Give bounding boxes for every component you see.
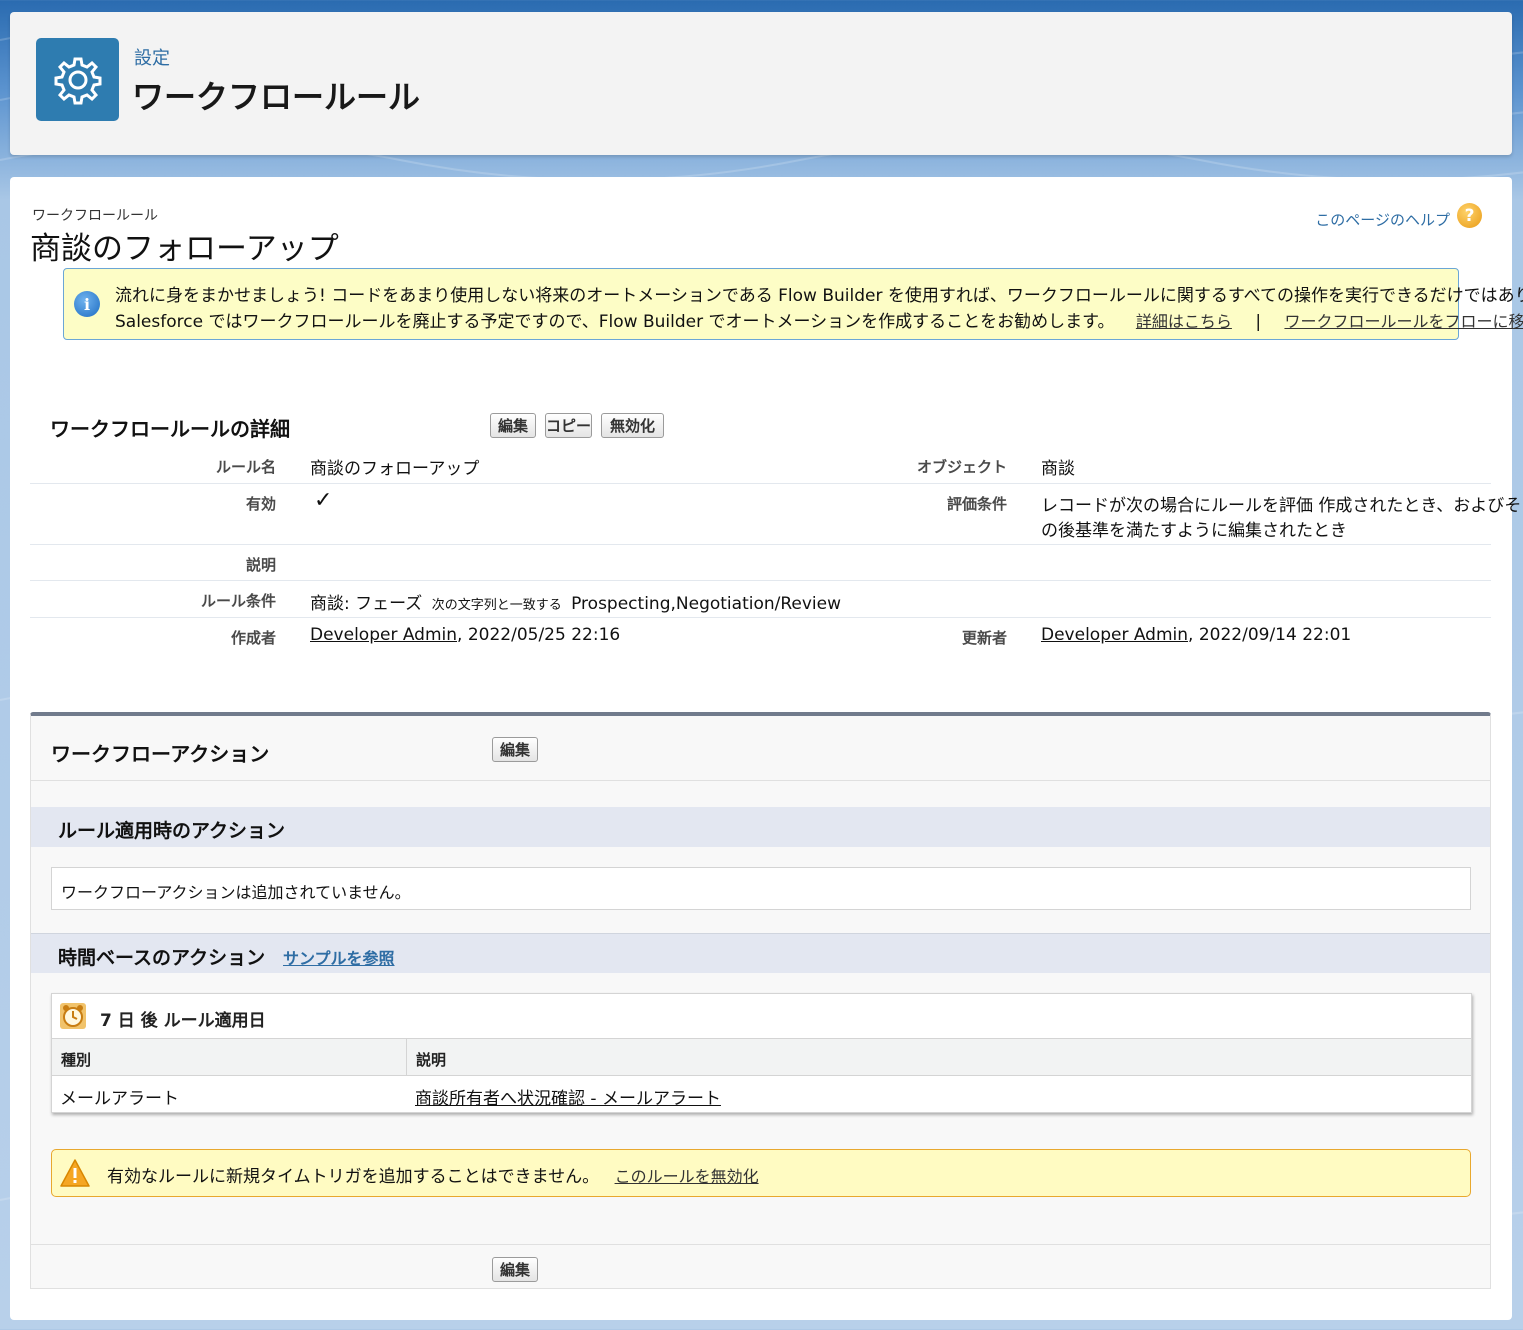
setup-header: 設定 ワークフロールール: [10, 12, 1512, 155]
warning-text: 有効なルールに新規タイムトリガを追加することはできません。: [107, 1167, 600, 1187]
criteria-field: 商談: フェーズ: [310, 594, 423, 614]
view-sample-link[interactable]: サンプルを参照: [283, 945, 395, 969]
help-icon[interactable]: ?: [1457, 203, 1482, 228]
detail-row-description: 説明: [30, 545, 1491, 581]
workflow-actions-section: ワークフローアクション 編集 ルール適用時のアクション ワークフローアクションは…: [30, 712, 1491, 1289]
immediate-actions-title: ルール適用時のアクション: [58, 820, 286, 842]
created-by-user-link[interactable]: Developer Admin: [310, 625, 457, 645]
table-row: メールアラート 商談所有者へ状況確認 - メールアラート: [52, 1076, 1471, 1112]
eval-criteria-line1: レコードが次の場合にルールを評価 作成されたとき、およびそ: [1041, 496, 1522, 516]
modified-date: , 2022/09/14 22:01: [1188, 625, 1352, 645]
immediate-actions-header: ルール適用時のアクション: [31, 807, 1490, 847]
object-value: 商談: [1041, 459, 1075, 479]
detail-section-title: ワークフロールールの詳細: [50, 417, 290, 441]
detail-row-criteria: ルール条件 商談: フェーズ 次の文字列と一致する Prospecting,Ne…: [30, 581, 1491, 618]
gear-icon: [36, 38, 119, 121]
time-actions-header: 時間ベースのアクション サンプルを参照: [31, 933, 1490, 973]
details-link[interactable]: 詳細はこちら: [1136, 312, 1232, 331]
deactivate-rule-link[interactable]: このルールを無効化: [615, 1167, 759, 1186]
warning-icon: [60, 1159, 90, 1191]
info-banner: i 流れに身をまかせましょう! コードをあまり使用しない将来のオートメーションで…: [63, 268, 1523, 340]
created-by-label: 作成者: [230, 629, 276, 647]
main-content: ワークフロールール 商談のフォローアップ このページのヘルプ ? i 流れに身を…: [10, 177, 1523, 1320]
header-subtitle[interactable]: 設定: [134, 44, 170, 70]
actions-edit-button[interactable]: 編集: [492, 737, 538, 762]
created-date: , 2022/05/25 22:16: [457, 625, 621, 645]
info-banner-line2-text: Salesforce ではワークフロールールを廃止する予定ですので、Flow B…: [115, 312, 1115, 332]
created-by-value: Developer Admin, 2022/05/25 22:16: [310, 625, 620, 645]
rule-name-label: ルール名: [215, 458, 276, 476]
deactivate-button[interactable]: 無効化: [601, 413, 664, 438]
detail-row-active: 有効 ✓ 評価条件 レコードが次の場合にルールを評価 作成されたとき、およびそ …: [30, 484, 1521, 545]
breadcrumb: ワークフロールール: [32, 208, 158, 224]
header-title: ワークフロールール: [132, 78, 421, 116]
modified-by-label: 更新者: [961, 629, 1007, 647]
col-header-description: 説明: [416, 1051, 447, 1069]
help-link[interactable]: このページのヘルプ: [1315, 209, 1450, 230]
immediate-actions-empty: ワークフローアクションは追加されていません。: [51, 867, 1471, 910]
modified-by-value: Developer Admin, 2022/09/14 22:01: [1041, 625, 1351, 645]
table-header-row: 種別 説明: [52, 1038, 1471, 1076]
eval-criteria-label: 評価条件: [946, 495, 1007, 513]
detail-row-audit: 作成者 Developer Admin, 2022/05/25 22:16 更新…: [30, 618, 1491, 655]
migrate-to-flow-link[interactable]: ワークフロールールをフローに移行: [1284, 312, 1523, 331]
modified-by-user-link[interactable]: Developer Admin: [1041, 625, 1188, 645]
criteria-operator: 次の文字列と一致する: [431, 598, 562, 613]
edit-button[interactable]: 編集: [490, 413, 536, 438]
actions-section-title: ワークフローアクション: [51, 742, 270, 766]
eval-criteria-line2: の後基準を満たすように編集されたとき: [1041, 521, 1347, 541]
rule-name-value: 商談のフォローアップ: [310, 459, 480, 479]
time-trigger-title: 7 日 後 ルール適用日: [100, 1011, 266, 1031]
bottom-edit-button[interactable]: 編集: [492, 1257, 538, 1282]
criteria-value: 商談: フェーズ 次の文字列と一致する Prospecting,Negotiat…: [310, 589, 841, 614]
warning-text-wrap: 有効なルールに新規タイムトリガを追加することはできません。 このルールを無効化: [107, 1162, 759, 1187]
object-label: オブジェクト: [916, 458, 1007, 476]
col-divider: [406, 1039, 407, 1075]
time-actions-title: 時間ベースのアクション: [58, 947, 266, 969]
info-banner-line1: 流れに身をまかせましょう! コードをあまり使用しない将来のオートメーションである…: [115, 286, 1523, 306]
col-header-type: 種別: [61, 1051, 92, 1069]
criteria-match-value: Prospecting,Negotiation/Review: [571, 594, 842, 614]
email-alert-link[interactable]: 商談所有者へ状況確認 - メールアラート: [415, 1084, 721, 1109]
active-label: 有効: [245, 495, 276, 513]
page-title: 商談のフォローアップ: [30, 231, 339, 267]
row-type: メールアラート: [60, 1089, 179, 1109]
warning-banner: 有効なルールに新規タイムトリガを追加することはできません。 このルールを無効化: [51, 1149, 1471, 1197]
divider: [31, 780, 1490, 781]
description-label: 説明: [245, 556, 276, 574]
divider: [31, 1244, 1490, 1245]
criteria-label: ルール条件: [200, 592, 276, 610]
info-banner-line2: Salesforce ではワークフロールールを廃止する予定ですので、Flow B…: [115, 307, 1523, 332]
alarm-clock-icon: [60, 1003, 86, 1029]
time-trigger-box: 7 日 後 ルール適用日 種別 説明 メールアラート 商談所有者へ状況確認 - …: [51, 993, 1472, 1113]
copy-button[interactable]: コピー: [545, 413, 592, 438]
info-icon: i: [74, 291, 100, 317]
detail-row-name: ルール名 商談のフォローアップ オブジェクト 商談: [30, 447, 1491, 484]
active-checkmark: ✓: [314, 488, 333, 513]
link-separator: |: [1255, 312, 1262, 332]
